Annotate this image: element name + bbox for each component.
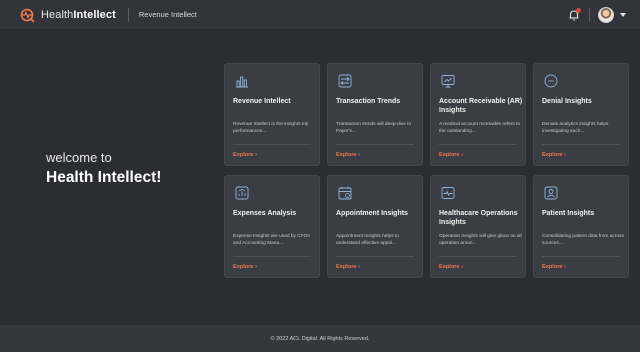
health-intellect-logo-icon <box>20 8 35 22</box>
chevron-down-icon[interactable] <box>620 13 626 17</box>
top-navigation-bar: HealthIntellect Revenue Intellect <box>0 0 640 30</box>
welcome-title: Health Intellect! <box>46 169 162 186</box>
copyright-text: © 2022 ACL Digital. All Rights Reserved. <box>270 335 370 342</box>
card-title: Patient Insights <box>542 210 595 217</box>
calendar-icon <box>336 184 354 202</box>
explore-link[interactable]: Explore › <box>542 264 566 270</box>
card-title: Revenue Intellect <box>233 98 291 105</box>
logo[interactable]: HealthIntellect <box>19 7 116 23</box>
heartbeat-monitor-icon <box>439 184 457 202</box>
brand-bold: Intellect <box>73 8 116 21</box>
card-description: A medical account receivable refers to t… <box>439 122 521 134</box>
card-divider <box>233 144 311 145</box>
explore-link[interactable]: Explore › <box>336 264 360 270</box>
top-right-controls <box>567 0 626 30</box>
card-title: Denial Insights <box>542 98 592 105</box>
card-title: Account Receivable (AR) Insights <box>439 98 523 114</box>
header-divider <box>127 7 129 22</box>
card-divider <box>542 256 620 257</box>
card-divider <box>336 256 414 257</box>
card-expenses-analysis[interactable]: Expenses Analysis Expense Insights are u… <box>224 175 320 278</box>
card-description: Revenue Intellect is the insights top pe… <box>233 122 309 134</box>
card-divider <box>542 144 620 145</box>
card-healthcare-operations-insights[interactable]: Healthacare Operations Insights Operatio… <box>430 175 526 278</box>
bar-chart-icon <box>233 72 251 90</box>
presentation-icon <box>439 72 457 90</box>
patient-id-icon <box>542 184 560 202</box>
card-description: Appointment Insights helps to understand… <box>336 234 399 246</box>
card-patient-insights[interactable]: Patient Insights Consolidating patient d… <box>533 175 629 278</box>
card-title: Transaction Trends <box>336 98 401 105</box>
card-description: Transaction trends will deep-dive in Pay… <box>336 122 412 134</box>
card-revenue-intellect[interactable]: Revenue Intellect Revenue Intellect is t… <box>224 63 320 166</box>
card-title: Appointment Insights <box>336 210 408 217</box>
explore-link[interactable]: Explore › <box>233 152 257 158</box>
header-right-divider <box>589 8 590 22</box>
expense-chart-icon <box>233 184 251 202</box>
explore-link[interactable]: Explore › <box>542 152 566 158</box>
module-title: Revenue Intellect <box>138 10 197 19</box>
explore-link[interactable]: Explore › <box>439 264 463 270</box>
card-denial-insights[interactable]: Denial Insights Denials analytics insigh… <box>533 63 629 166</box>
user-avatar[interactable] <box>598 7 614 23</box>
card-transaction-trends[interactable]: Transaction Trends Transaction trends wi… <box>327 63 423 166</box>
notification-dot <box>576 8 581 13</box>
welcome-block: welcome to Health Intellect! <box>46 150 161 187</box>
brand-prefix: Health <box>41 8 74 21</box>
card-description: Consolidating patient data from across s… <box>542 234 624 246</box>
card-appointment-insights[interactable]: Appointment Insights Appointment Insight… <box>327 175 423 278</box>
card-description: Expense Insights are used by CFOs and Ac… <box>233 234 310 246</box>
card-title: Healthacare Operations Insights <box>439 210 518 226</box>
explore-link[interactable]: Explore › <box>439 152 463 158</box>
notification-button[interactable] <box>567 8 581 22</box>
card-divider <box>336 144 414 145</box>
explore-link[interactable]: Explore › <box>336 152 360 158</box>
card-description: Denials analytics insights helps investi… <box>542 122 609 134</box>
transaction-icon <box>336 72 354 90</box>
explore-link[interactable]: Explore › <box>233 264 257 270</box>
welcome-subtitle: welcome to <box>46 150 112 165</box>
minus-circle-icon <box>542 72 560 90</box>
card-title: Expenses Analysis <box>233 210 297 217</box>
card-divider <box>439 256 517 257</box>
brand-name: HealthIntellect <box>41 9 116 21</box>
card-divider <box>439 144 517 145</box>
card-account-receivable-insights[interactable]: Account Receivable (AR) Insights A medic… <box>430 63 526 166</box>
card-description: Operation Insights will give glace on al… <box>439 234 522 246</box>
card-divider <box>233 256 311 257</box>
footer: © 2022 ACL Digital. All Rights Reserved. <box>0 324 640 352</box>
